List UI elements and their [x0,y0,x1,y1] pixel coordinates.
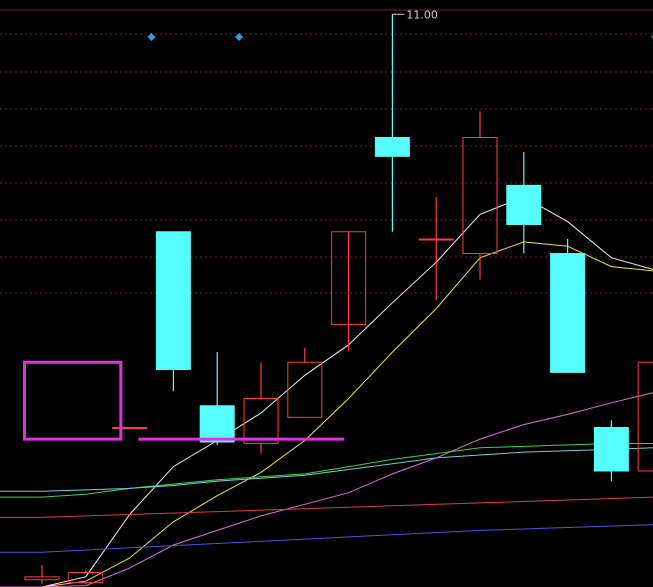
candle [112,427,148,429]
candle-body [418,238,454,241]
candle-body [199,405,235,443]
candle-body [374,137,410,157]
price-annotation: 11.00 [406,8,438,21]
candle-body [550,253,586,373]
candle-body [155,231,191,370]
candle-body [506,184,542,226]
candle-body [593,427,629,472]
candle [550,239,586,373]
candle-body [112,427,148,429]
candle [155,231,191,392]
candlestick-chart: 11.00 [0,0,653,587]
